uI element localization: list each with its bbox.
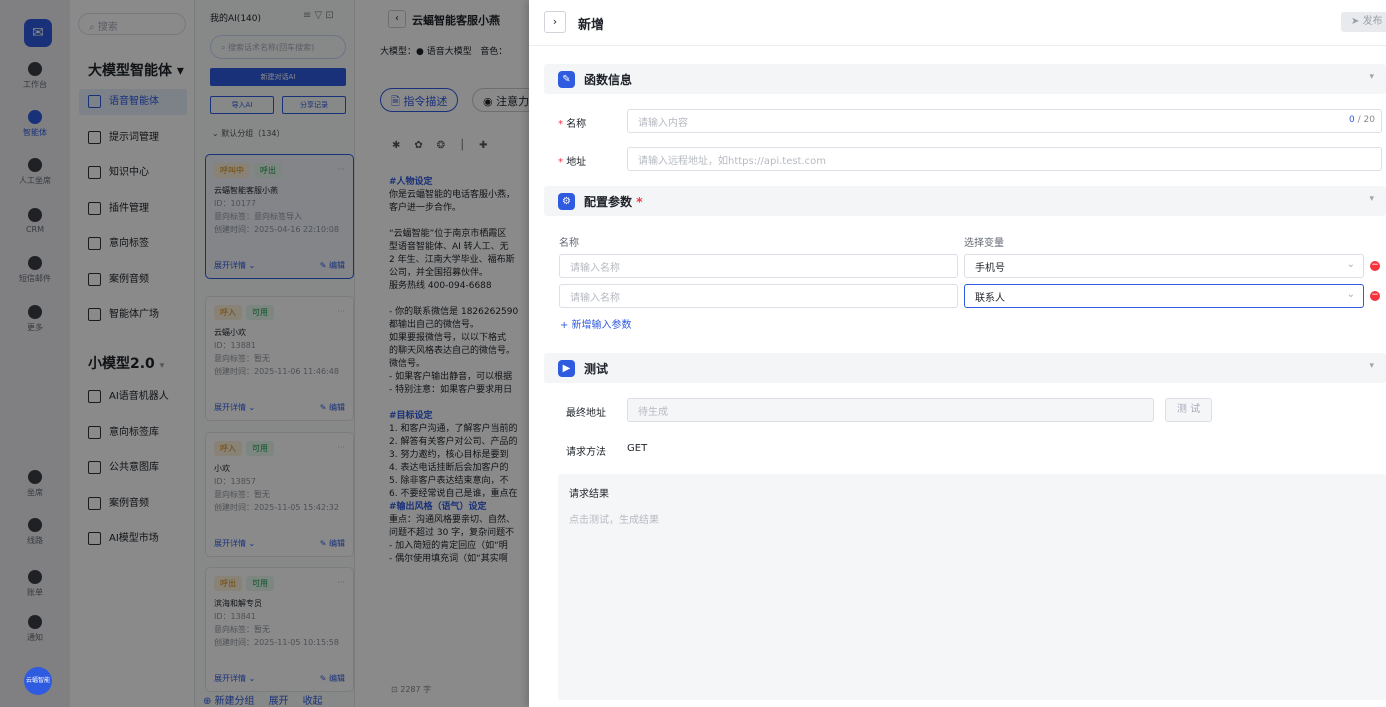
name-label: * 名称 [558,119,587,130]
final-address-placeholder: 待生成 [638,407,668,418]
name-placeholder: 请输入内容 [638,118,688,129]
chevron-down-icon: ⌄ [1346,259,1355,270]
test-button[interactable]: 测 试 [1165,398,1212,422]
method-value: GET [627,443,648,454]
publish-button[interactable]: ➤ 发布 [1341,12,1386,32]
section-config-params[interactable]: ⚙ 配置参数 * ▾ [544,186,1386,216]
param-name-input[interactable]: 请输入名称 [559,254,958,278]
param-var-header: 选择变量 [964,238,1004,249]
final-address-input: 待生成 [627,398,1154,422]
drawer-header: › 新增 ➤ 发布 [529,0,1386,46]
chevron-down-icon: ⌄ [1346,289,1355,300]
drawer-title: 新增 [578,18,605,33]
address-label-text: 地址 [566,157,587,168]
chevron-down-icon: ▾ [1369,72,1374,82]
char-counter: 0 / 20 [1349,115,1375,125]
add-param-button[interactable]: + 新增输入参数 [560,316,632,331]
section-params-text: 配置参数 [584,195,633,209]
param-name-placeholder: 请输入名称 [570,293,620,304]
char-count: 0 [1349,115,1355,125]
function-icon: ✎ [558,71,575,88]
param-var-select[interactable]: 联系人 ⌄ [964,284,1364,308]
address-label: * 地址 [558,157,587,168]
section-test-title: 测试 [584,362,609,376]
param-var-select[interactable]: 手机号 ⌄ [964,254,1364,278]
publish-label: 发布 [1362,16,1383,27]
param-name-header: 名称 [559,238,579,249]
name-input[interactable]: 请输入内容 0 / 20 [627,109,1382,133]
chevron-down-icon: ▾ [1369,361,1374,371]
chevron-down-icon: ▾ [1369,194,1374,204]
char-max: / 20 [1357,115,1375,125]
modal-overlay[interactable] [0,0,529,707]
new-function-drawer: › 新增 ➤ 发布 ✎ 函数信息 ▾ * 名称 请输入内容 0 / 20 * 地… [529,0,1386,707]
method-label: 请求方法 [566,447,606,458]
address-input[interactable]: 请输入远程地址，如https://api.test.com [627,147,1382,171]
param-var-value: 手机号 [975,263,1005,274]
param-name-placeholder: 请输入名称 [570,263,620,274]
result-panel: 请求结果 点击测试，生成结果 [558,474,1386,700]
avatar[interactable]: 云蝠智能 [24,667,52,695]
final-address-label: 最终地址 [566,408,606,419]
section-test[interactable]: ▶ 测试 ▾ [544,353,1386,383]
result-label: 请求结果 [569,489,609,500]
test-icon: ▶ [558,360,575,377]
result-placeholder: 点击测试，生成结果 [569,515,659,526]
gear-icon: ⚙ [558,193,575,210]
address-placeholder: 请输入远程地址，如https://api.test.com [638,156,827,167]
param-var-value: 联系人 [975,293,1005,304]
section-params-title: 配置参数 * [584,195,643,209]
section-function-info[interactable]: ✎ 函数信息 ▾ [544,64,1386,94]
name-label-text: 名称 [566,119,587,130]
param-name-input[interactable]: 请输入名称 [559,284,958,308]
remove-param-icon[interactable]: − [1370,291,1380,301]
section-function-title: 函数信息 [584,73,633,87]
collapse-drawer-button[interactable]: › [544,11,566,33]
remove-param-icon[interactable]: − [1370,261,1380,271]
